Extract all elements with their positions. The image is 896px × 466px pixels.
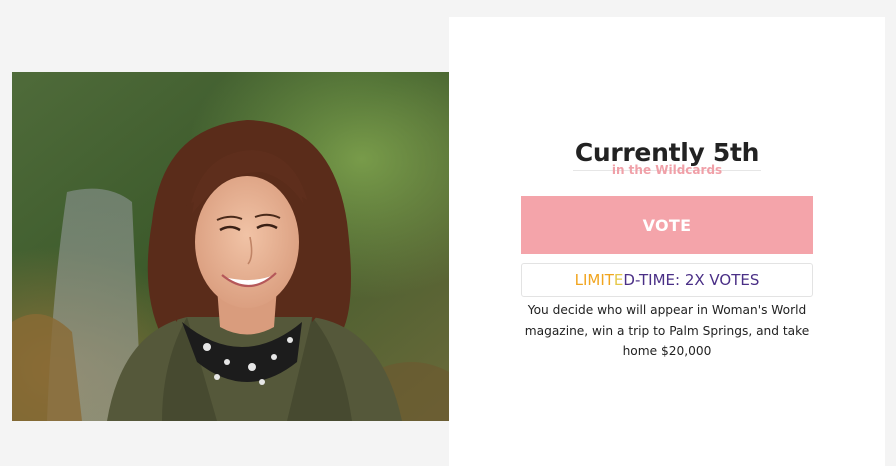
vote-button[interactable]: VOTE xyxy=(521,196,813,254)
rank-subtitle: in the Wildcards xyxy=(611,163,723,177)
promo-text-part-2: E xyxy=(613,271,624,289)
contest-description: You decide who will appear in Woman's Wo… xyxy=(524,303,810,358)
contestant-photo-image xyxy=(12,72,449,421)
promo-text-part-3: D-TIME: 2X VOTES xyxy=(623,271,760,289)
promo-text-part-1: LIMIT xyxy=(574,271,614,289)
limited-time-promo[interactable]: LIMITED-TIME: 2X VOTES xyxy=(521,263,813,297)
contestant-card: Currently 5th in the Wildcards VOTE LIMI… xyxy=(449,17,885,466)
contestant-photo xyxy=(12,72,449,421)
